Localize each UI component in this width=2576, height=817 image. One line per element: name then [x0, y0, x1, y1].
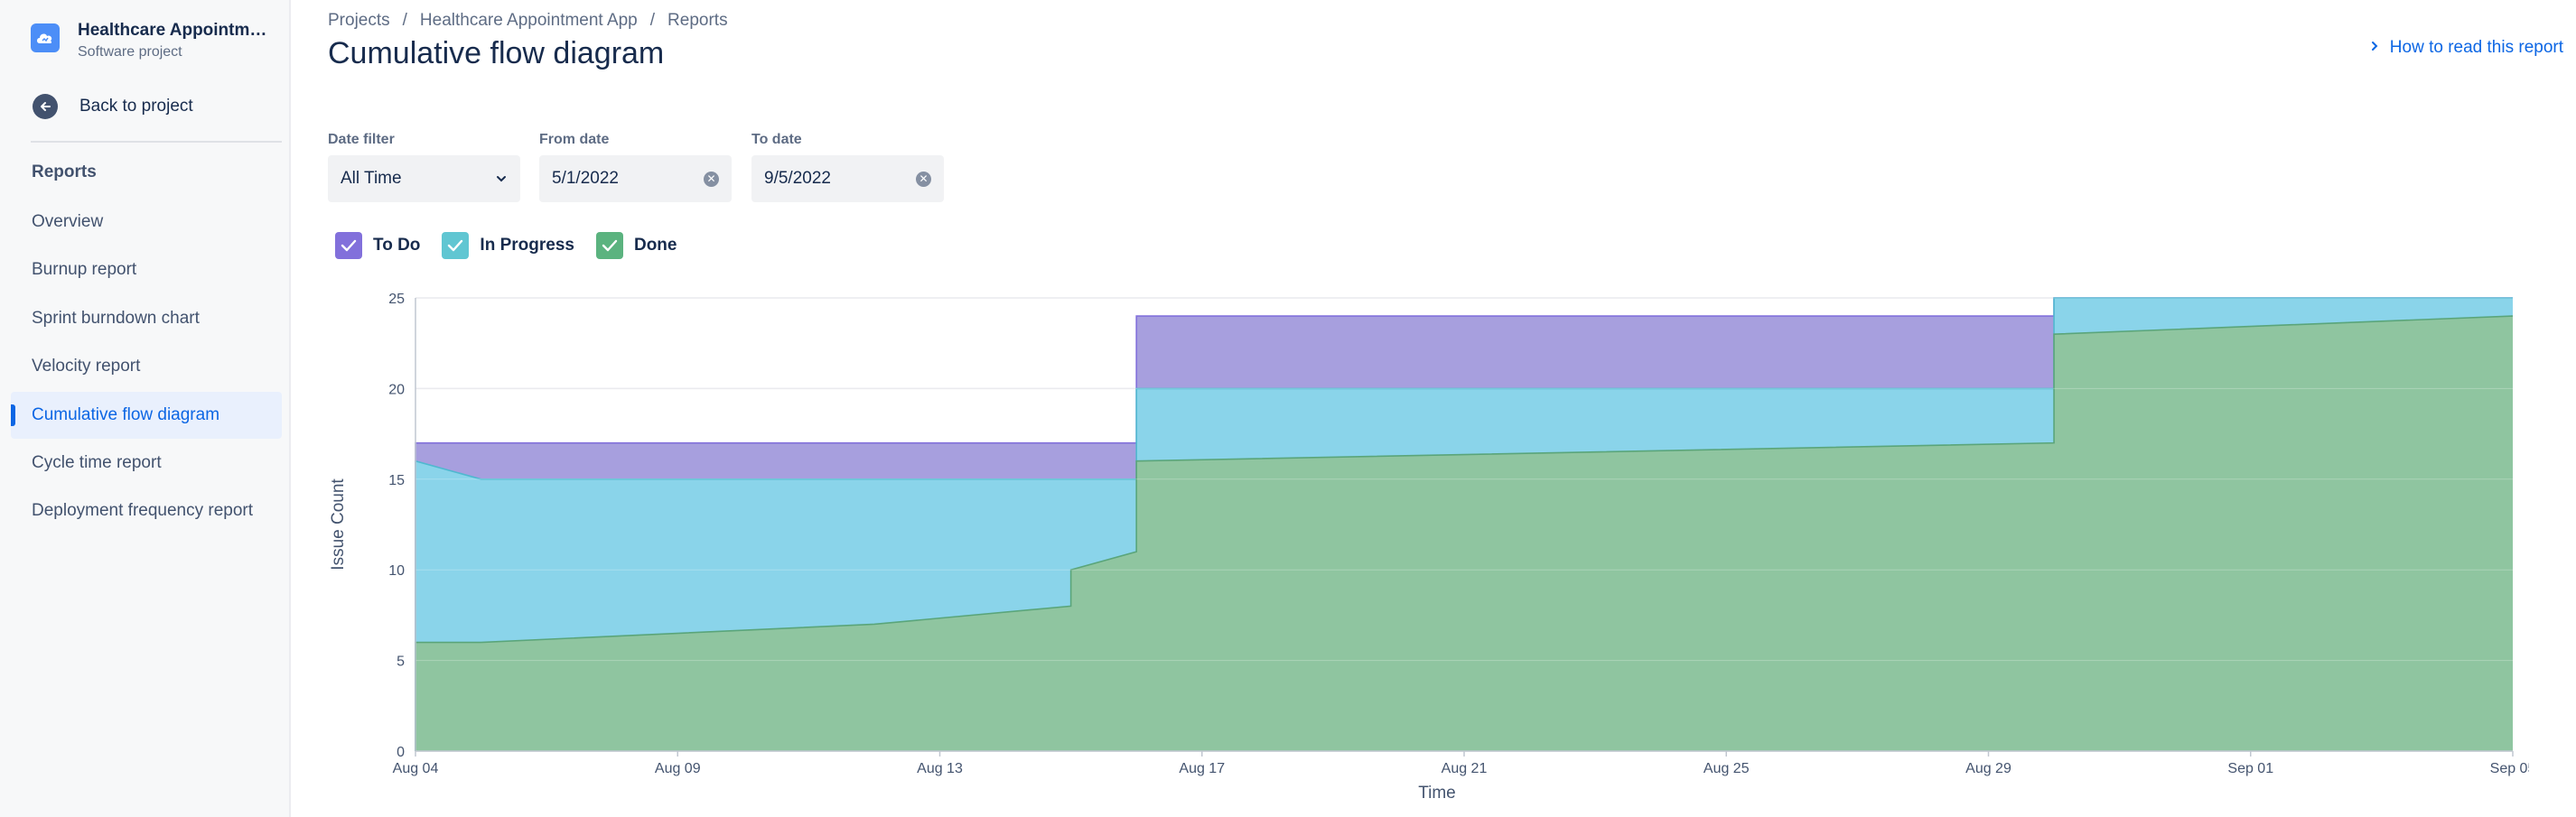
to-date-value: 9/5/2022 — [764, 169, 831, 188]
checkbox-checked-icon[interactable] — [335, 232, 362, 259]
legend-label: To Do — [373, 236, 421, 255]
x-tick-label: Aug 09 — [655, 761, 701, 776]
breadcrumb-project[interactable]: Healthcare Appointment App — [420, 11, 638, 31]
chevron-right-icon — [2370, 40, 2379, 56]
to-date-filter: To date 9/5/2022 ✕ — [751, 132, 944, 202]
x-tick-label: Aug 25 — [1703, 761, 1750, 776]
sidebar-item-deployment-frequency-report[interactable]: Deployment frequency report — [11, 487, 282, 534]
x-tick-label: Aug 04 — [393, 761, 439, 776]
chevron-down-icon — [495, 169, 508, 189]
to-date-input[interactable]: 9/5/2022 ✕ — [751, 155, 944, 202]
sidebar-item-cycle-time-report[interactable]: Cycle time report — [11, 440, 282, 487]
y-tick-label: 10 — [388, 563, 405, 579]
from-date-label: From date — [539, 132, 610, 147]
sidebar-item-overview[interactable]: Overview — [11, 199, 282, 246]
y-tick-label: 0 — [397, 745, 405, 760]
sidebar-heading: Reports — [32, 162, 97, 181]
breadcrumb-separator: / — [402, 11, 407, 30]
chart-legend: To Do In Progress Done — [335, 232, 698, 259]
sidebar-item-cumulative-flow-diagram[interactable]: Cumulative flow diagram — [11, 391, 282, 439]
y-axis-label: Issue Count — [329, 478, 348, 571]
reports-nav: Overview Burnup report Sprint burndown c… — [11, 199, 282, 536]
how-to-read-label: How to read this report — [2389, 38, 2563, 57]
y-tick-label: 25 — [388, 292, 405, 307]
project-type: Software project — [78, 44, 182, 60]
x-axis-label: Time — [1418, 784, 1456, 803]
how-to-read-link[interactable]: How to read this report — [2370, 38, 2563, 58]
y-tick-label: 20 — [388, 382, 405, 397]
back-label: Back to project — [79, 97, 193, 116]
x-tick-label: Aug 13 — [917, 761, 963, 776]
breadcrumb-reports[interactable]: Reports — [667, 11, 728, 31]
clear-icon[interactable]: ✕ — [704, 171, 719, 187]
page-title: Cumulative flow diagram — [328, 36, 665, 70]
from-date-input[interactable]: 5/1/2022 ✕ — [539, 155, 732, 202]
checkbox-checked-icon[interactable] — [442, 232, 470, 259]
clear-icon[interactable]: ✕ — [916, 171, 931, 187]
date-filter-label: Date filter — [328, 132, 395, 147]
legend-in-progress[interactable]: In Progress — [442, 232, 574, 259]
date-filter: Date filter All Time — [328, 132, 520, 202]
project-header[interactable]: Healthcare Appointment App Software proj… — [31, 20, 269, 62]
x-tick-label: Aug 29 — [1965, 761, 2011, 776]
to-date-label: To date — [751, 132, 802, 147]
legend-todo[interactable]: To Do — [335, 232, 420, 259]
date-filter-select[interactable]: All Time — [328, 155, 520, 202]
y-tick-label: 5 — [397, 655, 405, 670]
x-tick-label: Sep 05 — [2490, 761, 2529, 776]
breadcrumb-projects[interactable]: Projects — [328, 11, 390, 31]
legend-label: Done — [633, 236, 677, 255]
breadcrumb: Projects / Healthcare Appointment App / … — [328, 11, 728, 31]
back-to-project-button[interactable]: Back to project — [33, 94, 193, 119]
cumulative-flow-chart: 0 5 10 15 20 25 Aug 04 Aug 09 Aug 13 Aug 17 Aug 21… — [329, 292, 2529, 803]
x-tick-label: Aug 17 — [1179, 761, 1225, 776]
breadcrumb-separator: / — [649, 11, 656, 30]
x-tick-label: Sep 01 — [2227, 761, 2273, 776]
legend-done[interactable]: Done — [595, 232, 677, 259]
project-name: Healthcare Appointment App — [78, 21, 269, 40]
x-tick-label: Aug 21 — [1442, 761, 1488, 776]
cloud-icon — [31, 23, 60, 52]
date-filter-value: All Time — [341, 169, 402, 188]
y-tick-label: 15 — [388, 473, 405, 488]
sidebar-item-velocity-report[interactable]: Velocity report — [11, 343, 282, 390]
from-date-value: 5/1/2022 — [552, 169, 619, 188]
from-date-filter: From date 5/1/2022 ✕ — [539, 132, 732, 202]
sidebar-item-burnup-report[interactable]: Burnup report — [11, 246, 282, 293]
checkbox-checked-icon[interactable] — [595, 232, 623, 259]
arrow-left-icon — [33, 94, 58, 119]
sidebar: Healthcare Appointment App Software proj… — [0, 0, 291, 817]
sidebar-divider — [31, 141, 282, 143]
sidebar-item-sprint-burndown-chart[interactable]: Sprint burndown chart — [11, 295, 282, 342]
legend-label: In Progress — [480, 236, 574, 255]
